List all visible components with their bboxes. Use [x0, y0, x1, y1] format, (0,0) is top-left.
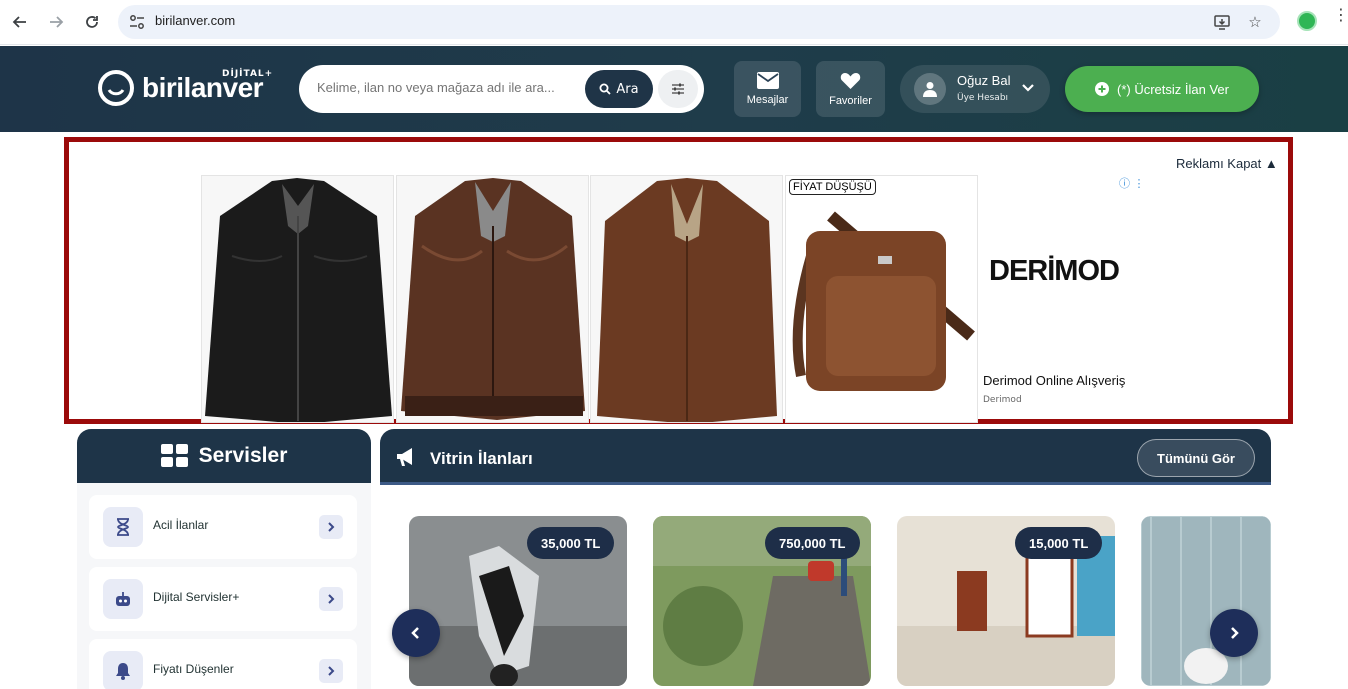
see-all-button[interactable]: Tümünü Gör	[1137, 439, 1255, 477]
ad-product-card[interactable]	[590, 175, 783, 423]
close-ad-link[interactable]: Reklamı Kapat ▲	[1176, 156, 1278, 171]
bathroom-image	[1141, 516, 1271, 686]
carousel-prev-button[interactable]	[392, 609, 440, 657]
showcase-panel: Vitrin İlanları Tümünü Gör 35,000 TL 750…	[380, 429, 1271, 689]
user-name: Oğuz Bal	[957, 73, 1011, 88]
search-button[interactable]: Ara	[585, 70, 653, 108]
user-menu[interactable]: Oğuz Bal Üye Hesabı	[900, 65, 1050, 113]
ad-product-card[interactable]	[396, 175, 589, 423]
chevron-right-icon	[1231, 627, 1239, 639]
address-bar[interactable]: birilanver.com ☆	[118, 5, 1280, 39]
robot-icon	[103, 579, 143, 619]
suede-jacket-image	[591, 176, 782, 422]
service-label: Acil İlanlar	[153, 518, 209, 532]
service-item-digital[interactable]: Dijital Servisler+	[89, 567, 357, 631]
leather-bag-image	[786, 176, 977, 422]
site-logo[interactable]: birilanver DİJİTAL+	[98, 66, 272, 112]
carousel-next-button[interactable]	[1210, 609, 1258, 657]
chevron-left-icon	[411, 627, 419, 639]
post-ad-button[interactable]: (*) Ücretsiz İlan Ver	[1065, 66, 1259, 112]
avatar	[914, 73, 946, 105]
megaphone-icon	[397, 448, 412, 466]
search-input[interactable]	[317, 80, 567, 95]
ad-banner: Reklamı Kapat ▲ FİYAT DÜŞÜŞÜ ⓘ ⋮ DERİMOD…	[64, 137, 1293, 424]
chevron-right-icon[interactable]	[319, 587, 343, 611]
bell-icon	[103, 651, 143, 689]
url-text[interactable]: birilanver.com	[155, 13, 235, 28]
chevron-right-icon[interactable]	[319, 515, 343, 539]
brown-jacket-image	[397, 176, 588, 422]
hourglass-icon	[103, 507, 143, 547]
envelope-icon	[756, 72, 779, 89]
search-button-label: Ara	[616, 81, 639, 97]
filter-button[interactable]	[658, 70, 698, 108]
user-role: Üye Hesabı	[957, 93, 1009, 103]
search-icon	[599, 83, 612, 95]
price-tag: 35,000 TL	[527, 527, 615, 559]
ad-brand-title[interactable]: Derimod Online Alışveriş	[983, 373, 1125, 388]
chevron-down-icon	[1022, 84, 1034, 92]
search-bar: Ara	[299, 65, 704, 113]
close-ad-label: Reklamı Kapat	[1176, 156, 1262, 171]
service-item-urgent[interactable]: Acil İlanlar	[89, 495, 357, 559]
service-item-price-drop[interactable]: Fiyatı Düşenler	[89, 639, 357, 689]
ad-info-icon[interactable]: ⓘ ⋮	[1119, 175, 1145, 191]
plus-circle-icon	[1095, 82, 1109, 96]
listing-card[interactable]: 35,000 TL	[409, 516, 627, 686]
messages-label: Mesajlar	[746, 94, 789, 106]
showcase-header: Vitrin İlanları Tümünü Gör	[380, 429, 1271, 485]
price-tag: 15,000 TL	[1015, 527, 1103, 559]
logo-subtext: DİJİTAL+	[222, 69, 274, 79]
services-title: Servisler	[198, 444, 288, 467]
services-panel: Servisler Acil İlanlar Dijital Servisler…	[77, 429, 371, 689]
service-label: Dijital Servisler+	[153, 590, 240, 604]
favorites-button[interactable]: Favoriler	[816, 61, 885, 117]
heart-icon	[840, 72, 861, 89]
user-icon	[923, 82, 937, 97]
bookmark-star-icon[interactable]: ☆	[1246, 13, 1264, 31]
browser-toolbar: birilanver.com ☆ ⋮	[0, 0, 1348, 45]
back-icon[interactable]	[8, 10, 32, 34]
ad-brand-logo[interactable]: DERİMOD	[989, 255, 1120, 288]
favorites-label: Favoriler	[829, 94, 872, 107]
listing-card[interactable]: 15,000 TL	[897, 516, 1115, 686]
price-tag: 750,000 TL	[765, 527, 860, 559]
black-jacket-image	[202, 176, 393, 422]
triangle-up-icon: ▲	[1264, 156, 1278, 171]
showcase-title: Vitrin İlanları	[430, 449, 533, 468]
site-header: birilanver DİJİTAL+ Ara Mesajlar Favoril…	[0, 46, 1348, 132]
grid-icon	[160, 444, 188, 467]
ad-product-card[interactable]	[201, 175, 394, 423]
price-drop-badge: FİYAT DÜŞÜŞÜ	[789, 179, 876, 195]
sliders-icon	[672, 83, 684, 95]
chevron-right-icon[interactable]	[319, 659, 343, 683]
browser-menu-icon[interactable]: ⋮	[1333, 7, 1348, 23]
ad-product-card[interactable]: FİYAT DÜŞÜŞÜ	[785, 175, 978, 423]
services-header: Servisler	[77, 429, 371, 483]
site-settings-icon[interactable]	[128, 13, 146, 31]
messages-button[interactable]: Mesajlar	[734, 61, 801, 117]
reload-icon[interactable]	[80, 10, 104, 34]
listing-card[interactable]: 750,000 TL	[653, 516, 871, 686]
forward-icon[interactable]	[44, 10, 68, 34]
logo-mark-icon	[98, 70, 134, 106]
post-ad-label: (*) Ücretsiz İlan Ver	[1117, 81, 1229, 97]
listing-card[interactable]	[1141, 516, 1271, 686]
install-app-icon[interactable]	[1213, 13, 1231, 31]
service-label: Fiyatı Düşenler	[153, 662, 234, 676]
extension-icon[interactable]	[1297, 11, 1317, 31]
ad-brand-subtitle: Derimod	[983, 395, 1022, 405]
